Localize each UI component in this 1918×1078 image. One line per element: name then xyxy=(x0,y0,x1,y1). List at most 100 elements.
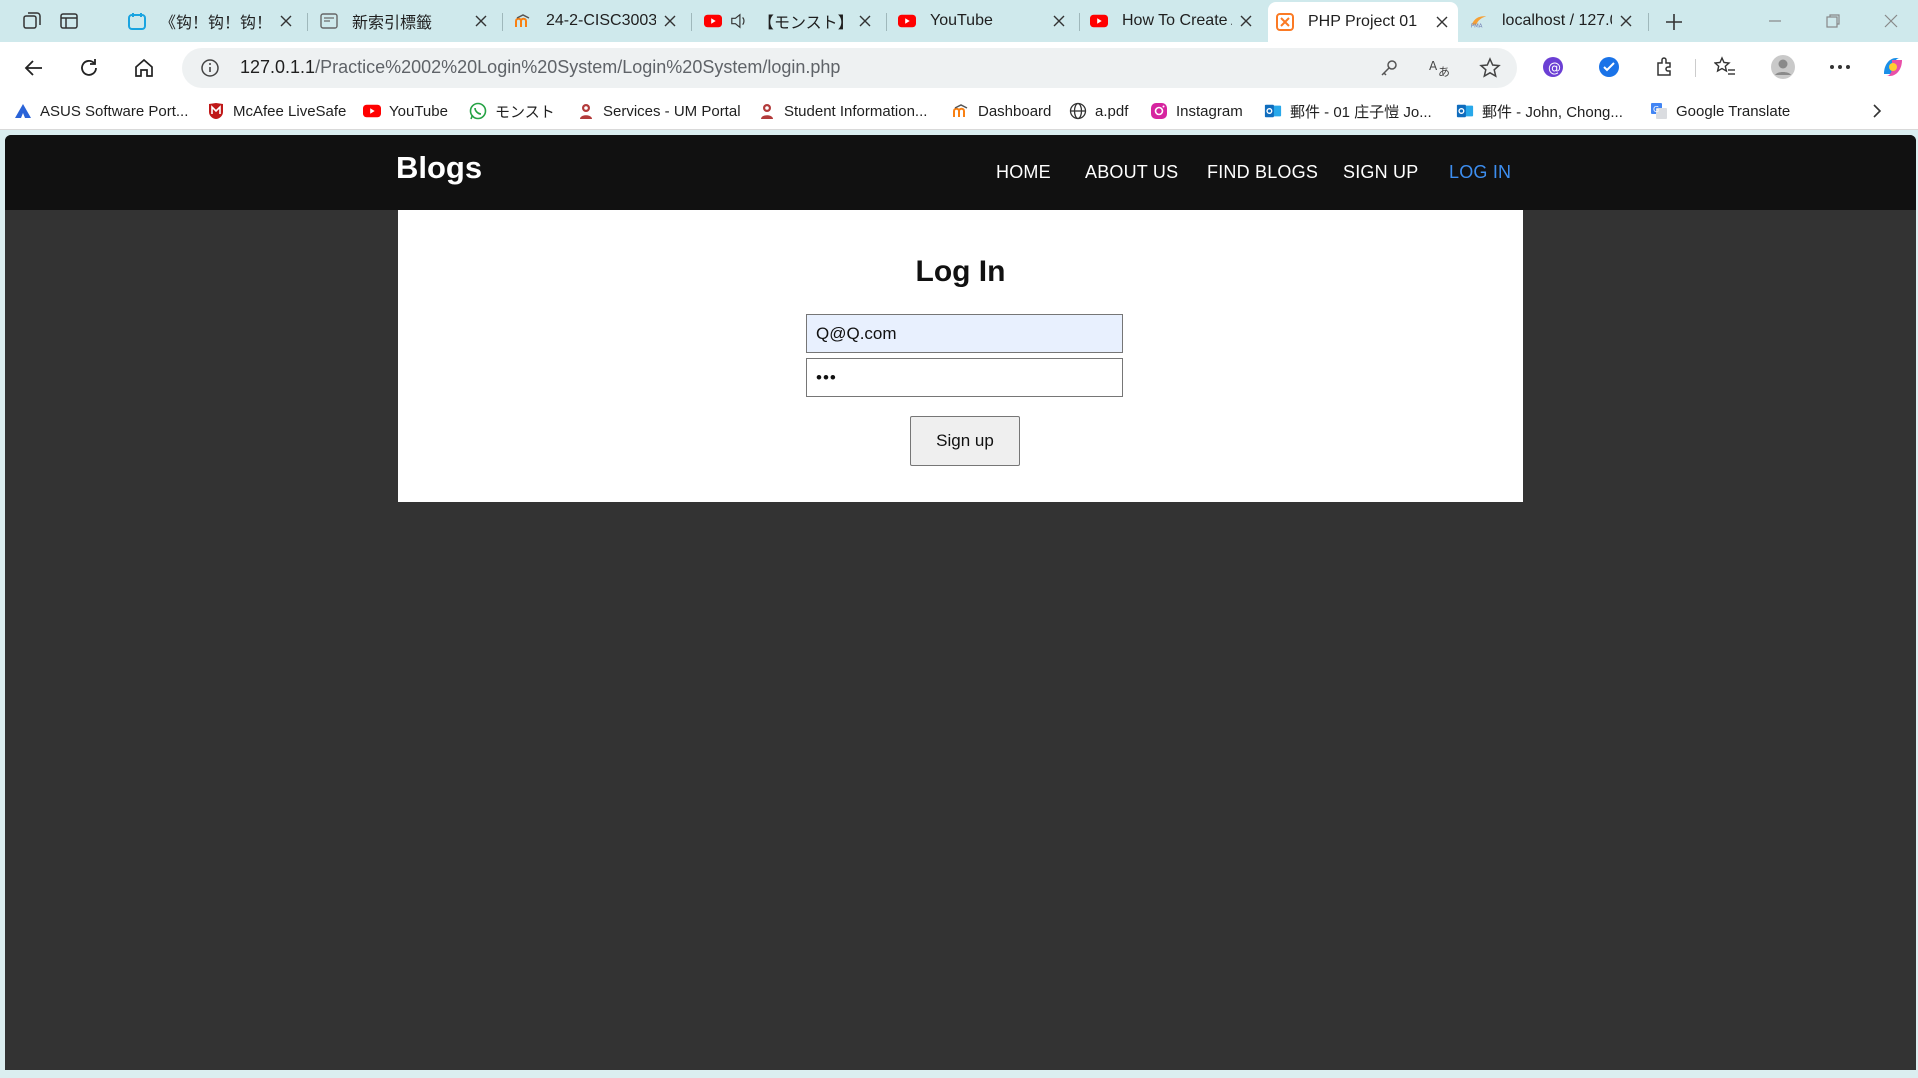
moodle-icon xyxy=(514,12,532,30)
login-card: Log In Sign up xyxy=(398,210,1523,502)
copilot-icon[interactable] xyxy=(1878,52,1908,82)
browser-tab[interactable]: PMA localhost / 127.0. xyxy=(1462,4,1642,38)
asus-icon xyxy=(14,102,32,120)
browser-tab[interactable]: 【モンスト】 xyxy=(696,4,881,38)
tab-title: 【モンスト】 xyxy=(758,15,851,32)
sign-up-button[interactable]: Sign up xyxy=(910,416,1020,466)
minimize-icon[interactable] xyxy=(1758,8,1792,34)
close-icon[interactable] xyxy=(1051,13,1067,29)
close-icon[interactable] xyxy=(1618,13,1634,29)
email-field[interactable] xyxy=(806,314,1123,353)
browser-tab[interactable]: How To Create A xyxy=(1082,4,1262,38)
url-path: /Practice%2002%20Login%20System/Login%20… xyxy=(315,57,841,77)
youtube-icon xyxy=(363,102,381,120)
browser-tab[interactable]: YouTube xyxy=(890,4,1075,38)
tab-title: PHP Project 01 xyxy=(1308,13,1418,30)
bookmark-label: ASUS Software Port... xyxy=(40,102,189,120)
tab-title: localhost / 127.0. xyxy=(1502,12,1612,29)
phpmyadmin-icon: PMA xyxy=(1470,12,1488,30)
nav-home[interactable]: HOME xyxy=(996,162,1051,183)
bookmark-item[interactable]: Instagram xyxy=(1150,100,1243,122)
xampp-icon xyxy=(1276,13,1294,31)
browser-tab[interactable]: 新索引標籤 xyxy=(312,4,497,38)
bookmark-item[interactable]: モンスト xyxy=(469,100,555,122)
back-icon[interactable] xyxy=(18,52,50,84)
favorite-star-icon[interactable] xyxy=(1478,56,1502,80)
bookmark-label: Services - UM Portal xyxy=(603,102,741,120)
site-brand[interactable]: Blogs xyxy=(396,150,482,186)
chevron-right-icon[interactable] xyxy=(1866,100,1888,122)
bookmark-label: モンスト xyxy=(495,103,555,121)
favorites-list-icon[interactable] xyxy=(1710,52,1740,82)
new-tab-button[interactable] xyxy=(1660,8,1688,36)
bookmark-item[interactable]: G Google Translate xyxy=(1650,100,1790,122)
window-bottom-edge xyxy=(0,1070,1918,1078)
nav-log-in[interactable]: LOG IN xyxy=(1449,162,1511,183)
translate-icon[interactable]: Aあ xyxy=(1428,56,1452,80)
tab-actions-icon[interactable] xyxy=(55,8,83,34)
tab-title: 新索引標籤 xyxy=(352,15,433,32)
bookmark-item[interactable]: Dashboard xyxy=(952,100,1051,122)
home-icon[interactable] xyxy=(128,52,160,84)
um-icon xyxy=(758,102,776,120)
globe-icon xyxy=(1069,102,1087,120)
site-navbar: Blogs HOME ABOUT US FIND BLOGS SIGN UP L… xyxy=(5,135,1916,210)
site-info-icon[interactable] xyxy=(200,58,220,78)
outlook-icon xyxy=(1456,102,1474,120)
browser-tab[interactable]: 《钩！钩！钩！》 xyxy=(120,4,302,38)
reload-icon[interactable] xyxy=(73,52,105,84)
bookmark-item[interactable]: a.pdf xyxy=(1069,100,1128,122)
tab-title: How To Create A xyxy=(1122,12,1232,29)
speaker-icon[interactable] xyxy=(730,12,748,30)
more-menu-icon[interactable] xyxy=(1825,52,1855,82)
workspaces-icon[interactable] xyxy=(18,8,46,34)
extension-purple-icon[interactable]: @ xyxy=(1538,52,1568,82)
close-icon[interactable] xyxy=(1238,13,1254,29)
bookmarks-bar: ASUS Software Port... McAfee LiveSafe Yo… xyxy=(0,92,1918,130)
close-icon[interactable] xyxy=(662,13,678,29)
browser-tab[interactable]: 24-2-CISC3003-0 xyxy=(506,4,686,38)
nav-find-blogs[interactable]: FIND BLOGS xyxy=(1207,162,1318,183)
window-close-icon[interactable] xyxy=(1874,8,1908,34)
password-key-icon[interactable] xyxy=(1377,56,1401,80)
youtube-icon xyxy=(704,12,722,30)
bookmark-label: Google Translate xyxy=(1676,102,1791,120)
bookmark-item[interactable]: 郵件 - 01 庄子愷 Jo... xyxy=(1264,100,1432,122)
svg-text:G: G xyxy=(1653,105,1659,114)
bookmark-item[interactable]: Student Information... xyxy=(758,100,927,122)
instagram-icon xyxy=(1150,102,1168,120)
newtab-page-icon xyxy=(320,12,338,30)
bookmark-label: 郵件 - John, Chong... xyxy=(1482,103,1623,121)
close-icon[interactable] xyxy=(473,13,489,29)
bookmark-item[interactable]: 郵件 - John, Chong... xyxy=(1456,100,1623,122)
tab-title: 24-2-CISC3003-0 xyxy=(546,12,656,29)
extensions-puzzle-icon[interactable] xyxy=(1650,52,1680,82)
youtube-icon xyxy=(1090,12,1108,30)
bookmark-label: YouTube xyxy=(389,102,448,120)
tab-title: 《钩！钩！钩！》 xyxy=(160,15,272,32)
bookmark-label: Dashboard xyxy=(978,102,1052,120)
bookmark-item[interactable]: ASUS Software Port... xyxy=(14,100,188,122)
bookmark-label: a.pdf xyxy=(1095,102,1129,120)
close-icon[interactable] xyxy=(857,13,873,29)
bookmark-item[interactable]: YouTube xyxy=(363,100,448,122)
bookmark-item[interactable]: Services - UM Portal xyxy=(577,100,741,122)
mcafee-icon xyxy=(207,102,225,120)
bookmark-label: Student Information... xyxy=(784,102,928,120)
close-icon[interactable] xyxy=(278,13,294,29)
address-bar[interactable]: 127.0.1.1/Practice%2002%20Login%20System… xyxy=(182,48,1517,88)
browser-tab-active[interactable]: PHP Project 01 xyxy=(1268,2,1458,42)
youtube-icon xyxy=(898,12,916,30)
close-icon[interactable] xyxy=(1434,14,1450,30)
svg-text:@: @ xyxy=(1548,61,1561,76)
password-field[interactable] xyxy=(806,358,1123,397)
nav-about-us[interactable]: ABOUT US xyxy=(1085,162,1178,183)
restore-icon[interactable] xyxy=(1816,8,1850,34)
bookmark-item[interactable]: McAfee LiveSafe xyxy=(207,100,346,122)
tab-strip: 《钩！钩！钩！》 新索引標籤 24-2-CISC3003-0 【モンスト】 Yo… xyxy=(0,0,1918,42)
url-host: 127.0.1.1 xyxy=(240,57,316,77)
page-viewport: Blogs HOME ABOUT US FIND BLOGS SIGN UP L… xyxy=(5,135,1916,1070)
profile-avatar[interactable] xyxy=(1768,52,1798,82)
nav-sign-up[interactable]: SIGN UP xyxy=(1343,162,1418,183)
extension-blue-icon[interactable] xyxy=(1594,52,1624,82)
